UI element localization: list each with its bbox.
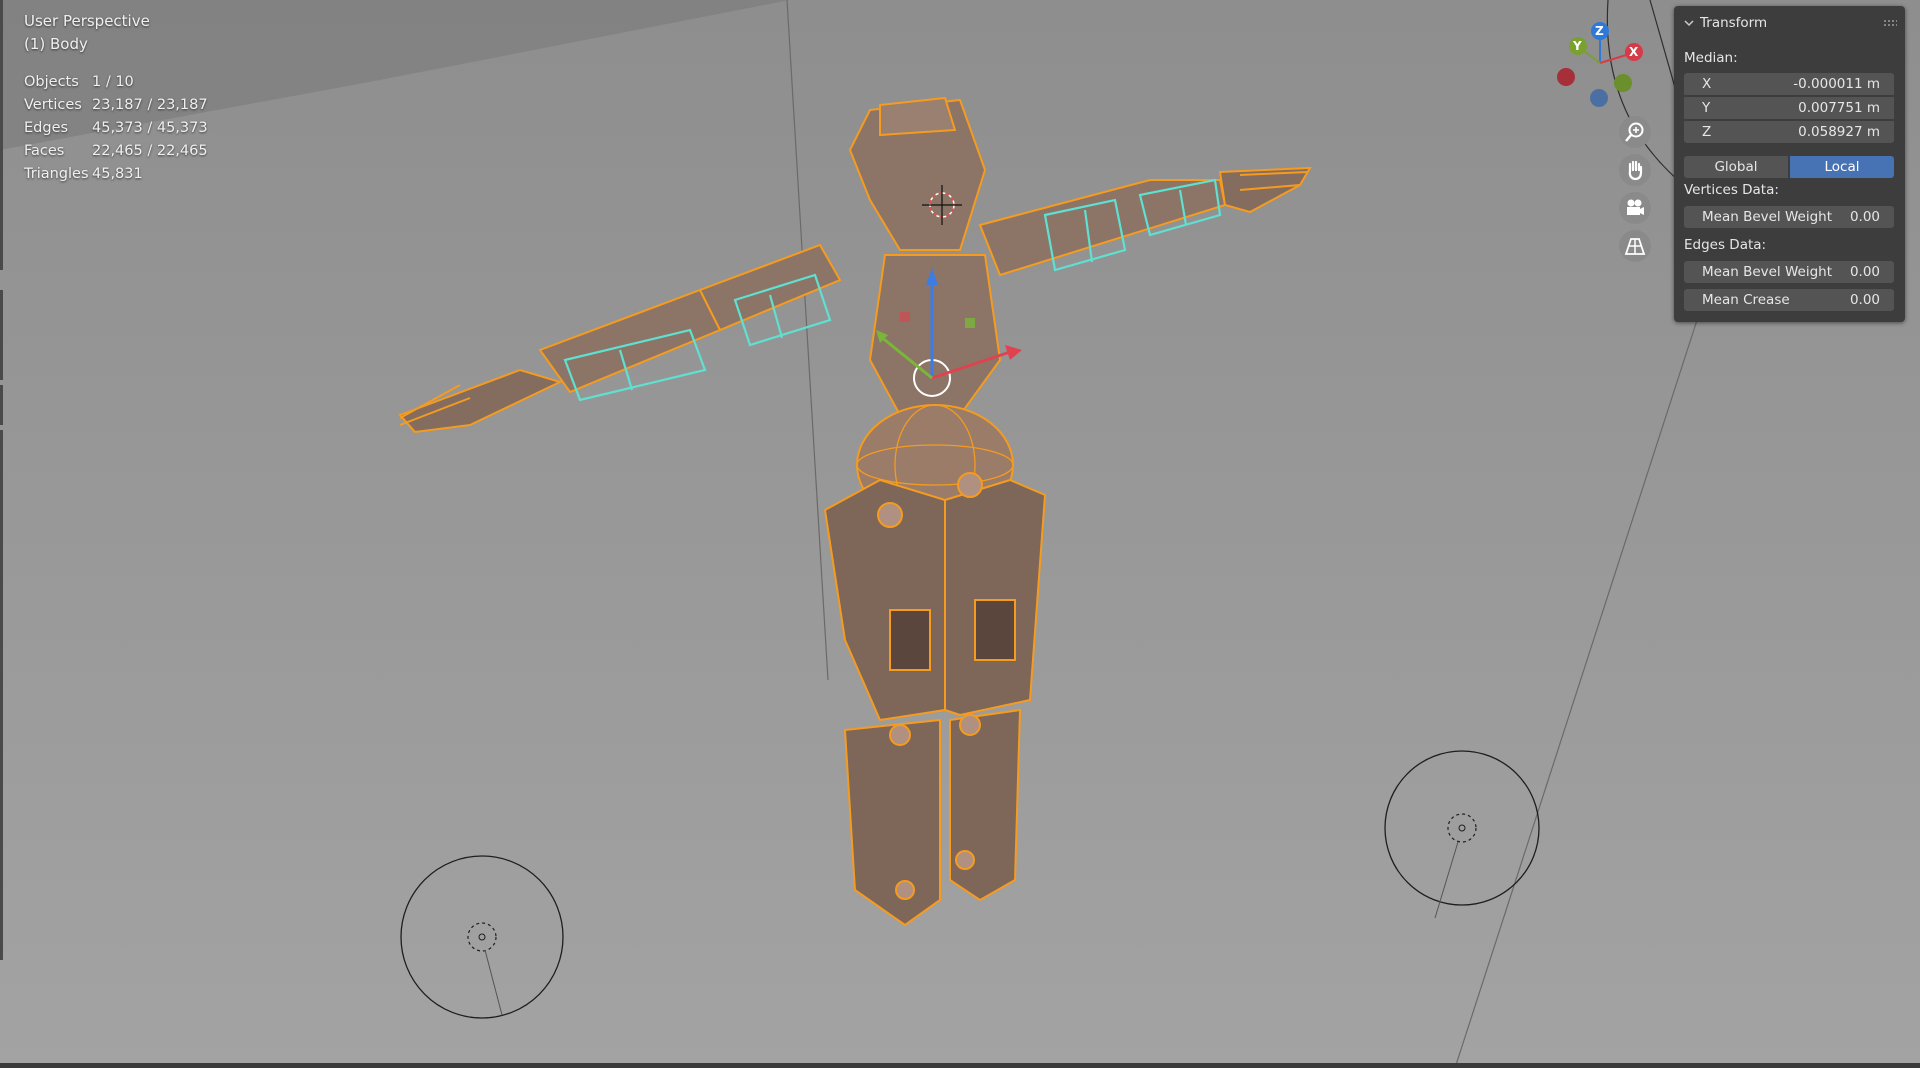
field-value: 0.00 <box>1849 292 1880 308</box>
median-label: Median: <box>1684 50 1738 66</box>
local-space-button[interactable]: Local <box>1790 156 1894 178</box>
stat-triangles: Triangles 45,831 <box>24 162 208 185</box>
pan-button[interactable] <box>1619 154 1651 186</box>
viewport-bottom-border <box>0 1063 1920 1068</box>
global-space-button[interactable]: Global <box>1684 156 1788 178</box>
zoom-icon <box>1625 122 1644 142</box>
hand-pan-icon <box>1628 160 1643 181</box>
median-x-field[interactable]: X -0.000011 m <box>1684 73 1894 95</box>
median-y-field[interactable]: Y 0.007751 m <box>1684 97 1894 119</box>
stat-objects: Objects 1 / 10 <box>24 70 208 93</box>
stat-edges: Edges 45,373 / 45,373 <box>24 116 208 139</box>
transform-panel-header[interactable]: Transform <box>1684 12 1767 34</box>
grid-perspective-icon <box>1624 238 1646 255</box>
vertices-data-label: Vertices Data: <box>1684 182 1779 198</box>
axis-z-label: Z <box>1595 24 1604 38</box>
chevron-down-icon <box>1684 20 1694 27</box>
edge-mean-crease-field[interactable]: Mean Crease 0.00 <box>1684 289 1894 311</box>
drag-grip-icon[interactable] <box>1883 19 1897 27</box>
field-value: 0.00 <box>1849 209 1880 225</box>
statistics-overlay: Objects 1 / 10 Vertices 23,187 / 23,187 … <box>24 70 208 185</box>
view-name: User Perspective <box>24 12 150 30</box>
panel-title: Transform <box>1700 15 1768 31</box>
field-label: Y <box>1702 100 1711 116</box>
field-value: 0.007751 m <box>1798 100 1880 116</box>
stat-value: 22,465 / 22,465 <box>92 142 208 159</box>
vertex-mean-bevel-weight-field[interactable]: Mean Bevel Weight 0.00 <box>1684 206 1894 228</box>
stat-value: 23,187 / 23,187 <box>92 96 208 113</box>
field-label: Mean Crease <box>1702 292 1790 308</box>
median-z-field[interactable]: Z 0.058927 m <box>1684 121 1894 143</box>
zoom-button[interactable] <box>1619 116 1651 148</box>
stat-label: Triangles <box>24 165 89 182</box>
3d-viewport[interactable]: User Perspective (1) Body Objects 1 / 10… <box>0 0 1920 1068</box>
stat-faces: Faces 22,465 / 22,465 <box>24 139 208 162</box>
stat-vertices: Vertices 23,187 / 23,187 <box>24 93 208 116</box>
stat-value: 45,373 / 45,373 <box>92 119 208 136</box>
toolbar-edge[interactable] <box>0 0 3 270</box>
edge-mean-bevel-weight-field[interactable]: Mean Bevel Weight 0.00 <box>1684 261 1894 283</box>
transform-panel[interactable]: Transform Median: X -0.000011 m Y 0.0077… <box>1674 6 1905 322</box>
field-label: Mean Bevel Weight <box>1702 264 1833 280</box>
camera-view-button[interactable] <box>1619 192 1651 224</box>
stat-label: Faces <box>24 142 65 159</box>
edges-data-label: Edges Data: <box>1684 237 1767 253</box>
axis-x-label: X <box>1629 45 1639 59</box>
field-label: Z <box>1702 124 1712 140</box>
axis-neg-x-handle[interactable] <box>1557 68 1575 86</box>
stat-value: 45,831 <box>92 165 143 182</box>
camera-icon <box>1627 199 1644 215</box>
field-label: X <box>1702 76 1712 92</box>
toolbar-edge[interactable] <box>0 290 3 380</box>
axis-neg-z-handle[interactable] <box>1590 89 1608 107</box>
stat-value: 1 / 10 <box>92 73 134 90</box>
stat-label: Vertices <box>24 96 82 113</box>
toolbar-edge[interactable] <box>0 430 3 960</box>
field-value: -0.000011 m <box>1793 76 1880 92</box>
field-value: 0.058927 m <box>1798 124 1880 140</box>
stat-label: Edges <box>24 119 69 136</box>
field-label: Mean Bevel Weight <box>1702 209 1833 225</box>
stat-label: Objects <box>24 73 79 90</box>
axis-neg-y-handle[interactable] <box>1614 74 1632 92</box>
axis-y-label: Y <box>1573 39 1582 53</box>
toolbar-edge[interactable] <box>0 385 3 425</box>
perspective-toggle-button[interactable] <box>1619 230 1651 262</box>
active-object-name: (1) Body <box>24 35 88 53</box>
field-value: 0.00 <box>1849 264 1880 280</box>
